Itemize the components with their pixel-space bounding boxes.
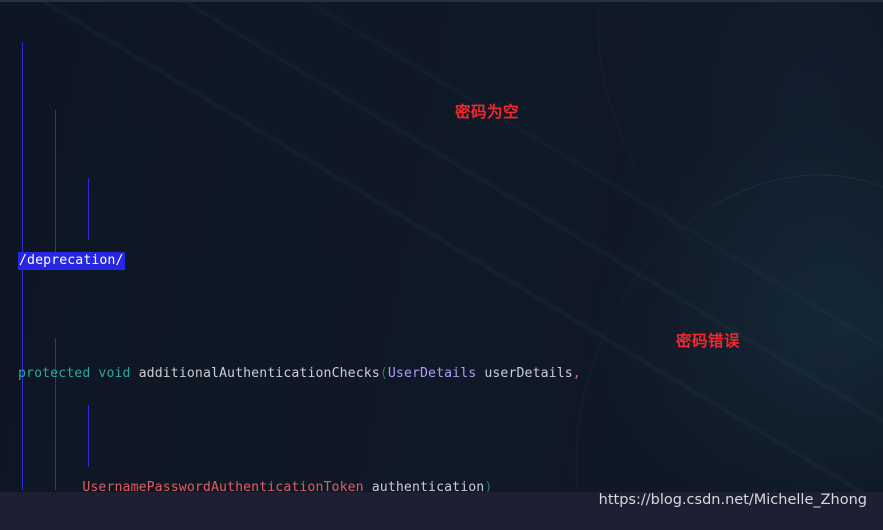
annotation-password-wrong: 密码错误 [676,332,741,350]
indent-guide-3 [88,178,89,240]
indent-guide-4 [55,338,56,490]
code-line-2: protected void additionalAuthenticationC… [0,363,883,386]
annotation-password-empty: 密码为空 [455,103,520,121]
watermark-url: https://blog.csdn.net/Michelle_Zhong [598,492,867,508]
kw-void: void [98,366,131,382]
type-userdetails: UserDetails [387,366,477,382]
code-editor-screenshot: /deprecation/ protected void additionalA… [0,0,883,530]
param-userdetails: userDetails [484,366,573,382]
indent-guide-2 [55,110,56,262]
method-name: additionalAuthenticationChecks [138,366,380,382]
deprecation-tag[interactable]: /deprecation/ [18,251,125,270]
comma: , [572,366,581,382]
paren-open: ( [379,366,388,382]
code-area[interactable]: /deprecation/ protected void additionalA… [0,0,883,495]
code-line-1: /deprecation/ [0,250,883,273]
kw-protected: protected [18,366,91,382]
indent-guide-5 [88,405,89,467]
